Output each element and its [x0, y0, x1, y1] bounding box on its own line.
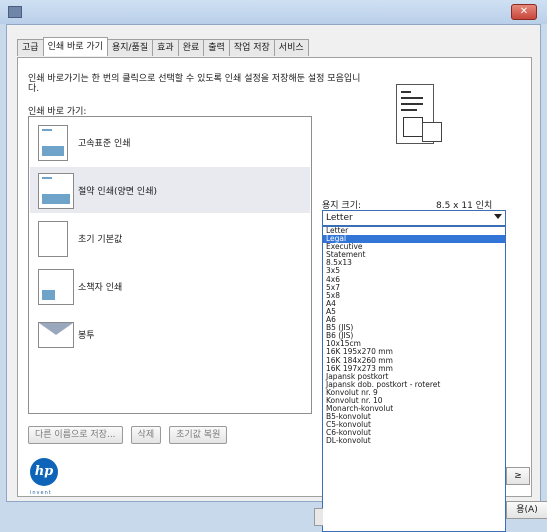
shortcut-label: 고속표준 인쇄 [78, 139, 131, 149]
tab-strip: 고급 인쇄 바로 가기 용지/품질 효과 완료 출력 작업 저장 서비스 [17, 37, 309, 57]
tab-services[interactable]: 서비스 [273, 39, 309, 56]
paper-option[interactable]: A5 [323, 307, 505, 316]
paper-option[interactable]: 3x5 [323, 267, 505, 275]
shortcuts-list[interactable]: 고속표준 인쇄 절약 인쇄(양면 인쇄) 초기 기본값 소책자 인쇄 봉투 [28, 116, 312, 414]
shortcut-button-row: 다른 이름으로 저장... 삭제 초기값 복원 [28, 426, 228, 444]
edit-pen-icon [422, 122, 442, 142]
envelope-icon [38, 322, 74, 348]
paper-option[interactable]: A4 [323, 299, 505, 308]
shortcut-label: 봉투 [78, 331, 95, 341]
paper-option[interactable]: 4x6 [323, 275, 505, 284]
hp-logo: hp [30, 458, 58, 486]
save-as-button[interactable]: 다른 이름으로 저장... [28, 426, 123, 444]
reset-defaults-button[interactable]: 초기값 복원 [169, 426, 228, 444]
shortcut-label: 소책자 인쇄 [78, 283, 123, 293]
tab-job-storage[interactable]: 작업 저장 [228, 39, 275, 56]
shortcut-label: 절약 인쇄(양면 인쇄) [78, 187, 157, 197]
tab-output[interactable]: 출력 [203, 39, 230, 56]
shortcuts-description: 인쇄 바로가기는 한 번의 클릭으로 선택할 수 있도록 인쇄 설정을 저장해둔… [28, 74, 361, 94]
shortcut-item-eco-duplex[interactable]: 절약 인쇄(양면 인쇄) [30, 167, 310, 213]
dropdown-arrow-icon[interactable] [494, 214, 502, 219]
paper-option[interactable]: DL-konvolut [323, 437, 505, 445]
hidden-button-edge[interactable] [314, 508, 323, 526]
tab-printing-shortcuts[interactable]: 인쇄 바로 가기 [42, 37, 108, 56]
paper-size-dropdown-list[interactable]: Letter Legal Executive Statement 8.5x13 3x5 4x… [322, 226, 506, 532]
hp-tagline: invent [30, 490, 52, 496]
blank-doc-icon [38, 221, 68, 257]
paper-size-selected: Letter [326, 213, 353, 223]
duplex-doc-icon [38, 173, 74, 209]
landscape-doc-icon [38, 125, 68, 161]
tab-paper-quality[interactable]: 용지/품질 [106, 39, 154, 56]
delete-button[interactable]: 삭제 [130, 426, 162, 444]
apply-button[interactable]: 용(A) [506, 501, 547, 519]
shortcuts-panel: 인쇄 바로가기는 한 번의 클릭으로 선택할 수 있도록 인쇄 설정을 저장해둔… [17, 57, 547, 532]
tab-advanced[interactable]: 고급 [17, 39, 44, 56]
title-bar: ✕ [0, 0, 547, 24]
settings-button[interactable]: ≥ [506, 467, 530, 485]
shortcut-item-envelope[interactable]: 봉투 [30, 311, 310, 357]
tab-finishing[interactable]: 완료 [177, 39, 205, 56]
printer-app-icon [8, 6, 22, 18]
shortcut-label: 초기 기본값 [78, 235, 123, 245]
paper-option[interactable]: 8.5x13 [323, 259, 505, 267]
shortcut-item-factory-defaults[interactable]: 초기 기본값 [30, 215, 310, 261]
paper-option[interactable]: Letter [323, 227, 505, 235]
paper-size-select[interactable]: Letter [322, 210, 506, 226]
shortcut-item-booklet[interactable]: 소책자 인쇄 [30, 263, 310, 309]
tab-effects[interactable]: 효과 [152, 39, 179, 56]
close-button[interactable]: ✕ [511, 4, 537, 20]
shortcut-item-fast-standard[interactable]: 고속표준 인쇄 [30, 119, 310, 165]
paper-option[interactable]: 5x7 [323, 283, 505, 292]
paper-option[interactable]: 5x8 [323, 291, 505, 300]
print-properties-dialog: 고급 인쇄 바로 가기 용지/품질 효과 완료 출력 작업 저장 서비스 인쇄 … [6, 24, 547, 532]
booklet-icon [38, 269, 74, 305]
